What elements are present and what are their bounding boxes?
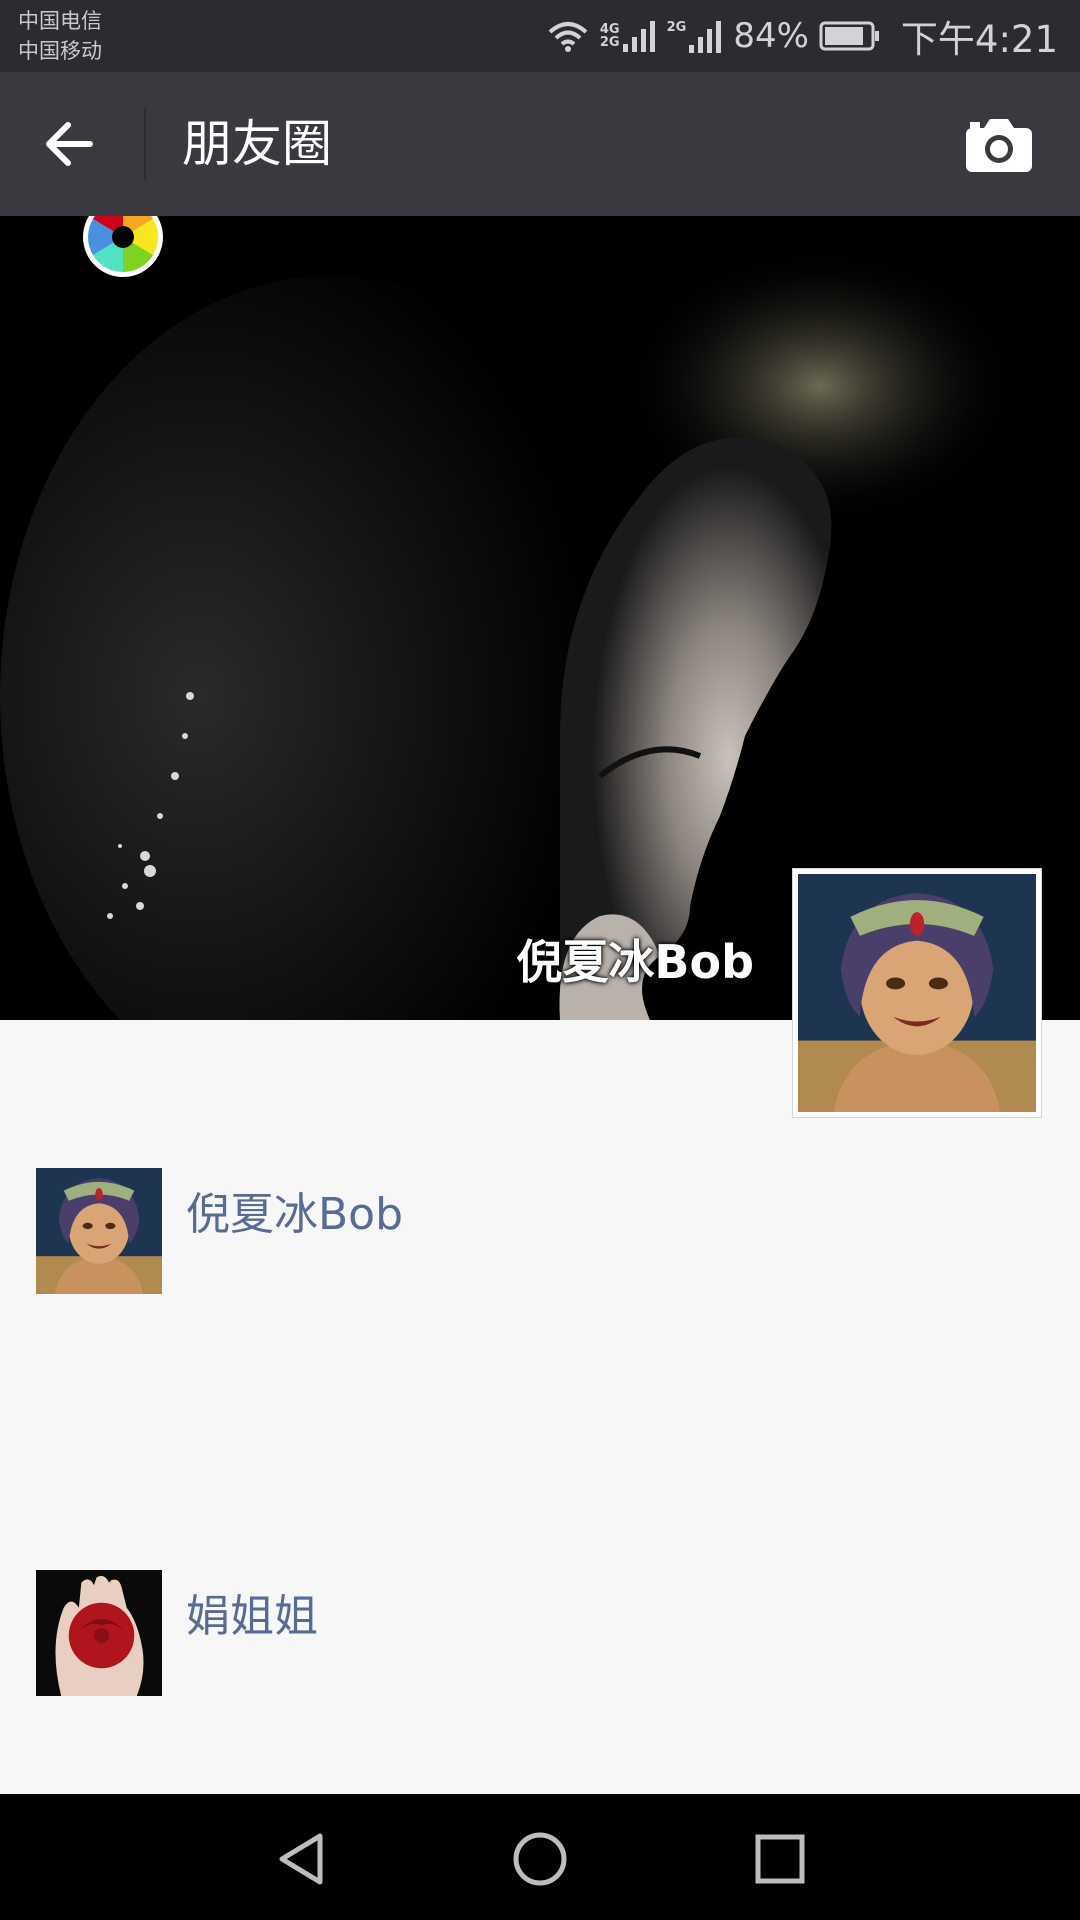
- battery-icon: [819, 21, 879, 51]
- system-nav-bar: [0, 1794, 1080, 1920]
- rose-avatar-image: [36, 1570, 162, 1696]
- feed-user-name[interactable]: 倪夏冰Bob: [186, 1178, 403, 1242]
- system-recents-button[interactable]: [745, 1824, 815, 1894]
- arrow-left-icon: [46, 122, 93, 166]
- signal-1-type-bottom: 2G: [599, 35, 620, 50]
- circle-home-icon: [513, 1832, 567, 1886]
- cover-user-name[interactable]: 倪夏冰Bob: [516, 926, 754, 992]
- nav-divider: [144, 108, 146, 180]
- aperture-logo: [82, 216, 164, 278]
- page-title: 朋友圈: [182, 115, 332, 173]
- system-back-button[interactable]: [268, 1824, 338, 1894]
- nav-bar: 朋友圈: [0, 72, 1080, 216]
- aperture-icon: [83, 216, 163, 277]
- carrier-labels: 中国电信 中国移动: [18, 6, 102, 66]
- status-icons: 4G 2G 2G 84% 下午4:21: [546, 0, 1058, 72]
- feed-user-name[interactable]: 娟姐姐: [186, 1580, 318, 1644]
- signal-2-type: 2G: [666, 20, 687, 35]
- wifi-icon: [548, 22, 588, 52]
- signal-bars-icon: [622, 21, 655, 52]
- feed-avatar[interactable]: [36, 1168, 162, 1294]
- profile-avatar[interactable]: [792, 868, 1042, 1118]
- camera-button[interactable]: [964, 116, 1034, 174]
- battery-percent: 84%: [733, 16, 809, 56]
- triangle-back-icon: [279, 1833, 323, 1885]
- camera-icon: [966, 119, 1032, 172]
- carrier-1: 中国电信: [18, 9, 102, 33]
- signal-1: 4G 2G: [600, 20, 657, 52]
- back-button[interactable]: [40, 114, 100, 174]
- carrier-2: 中国移动: [18, 39, 102, 63]
- anime-avatar-image: [36, 1168, 162, 1294]
- signal-bars-icon: [689, 21, 722, 53]
- feed-avatar[interactable]: [36, 1570, 162, 1696]
- status-bar: 中国电信 中国移动 4G 2G 2G 84% 下午4:21: [0, 0, 1080, 72]
- signal-2: 2G: [667, 19, 724, 53]
- anime-avatar-image: [798, 874, 1036, 1112]
- clock: 下午4:21: [900, 18, 1058, 61]
- square-recents-icon: [755, 1834, 805, 1884]
- system-home-button[interactable]: [505, 1824, 575, 1894]
